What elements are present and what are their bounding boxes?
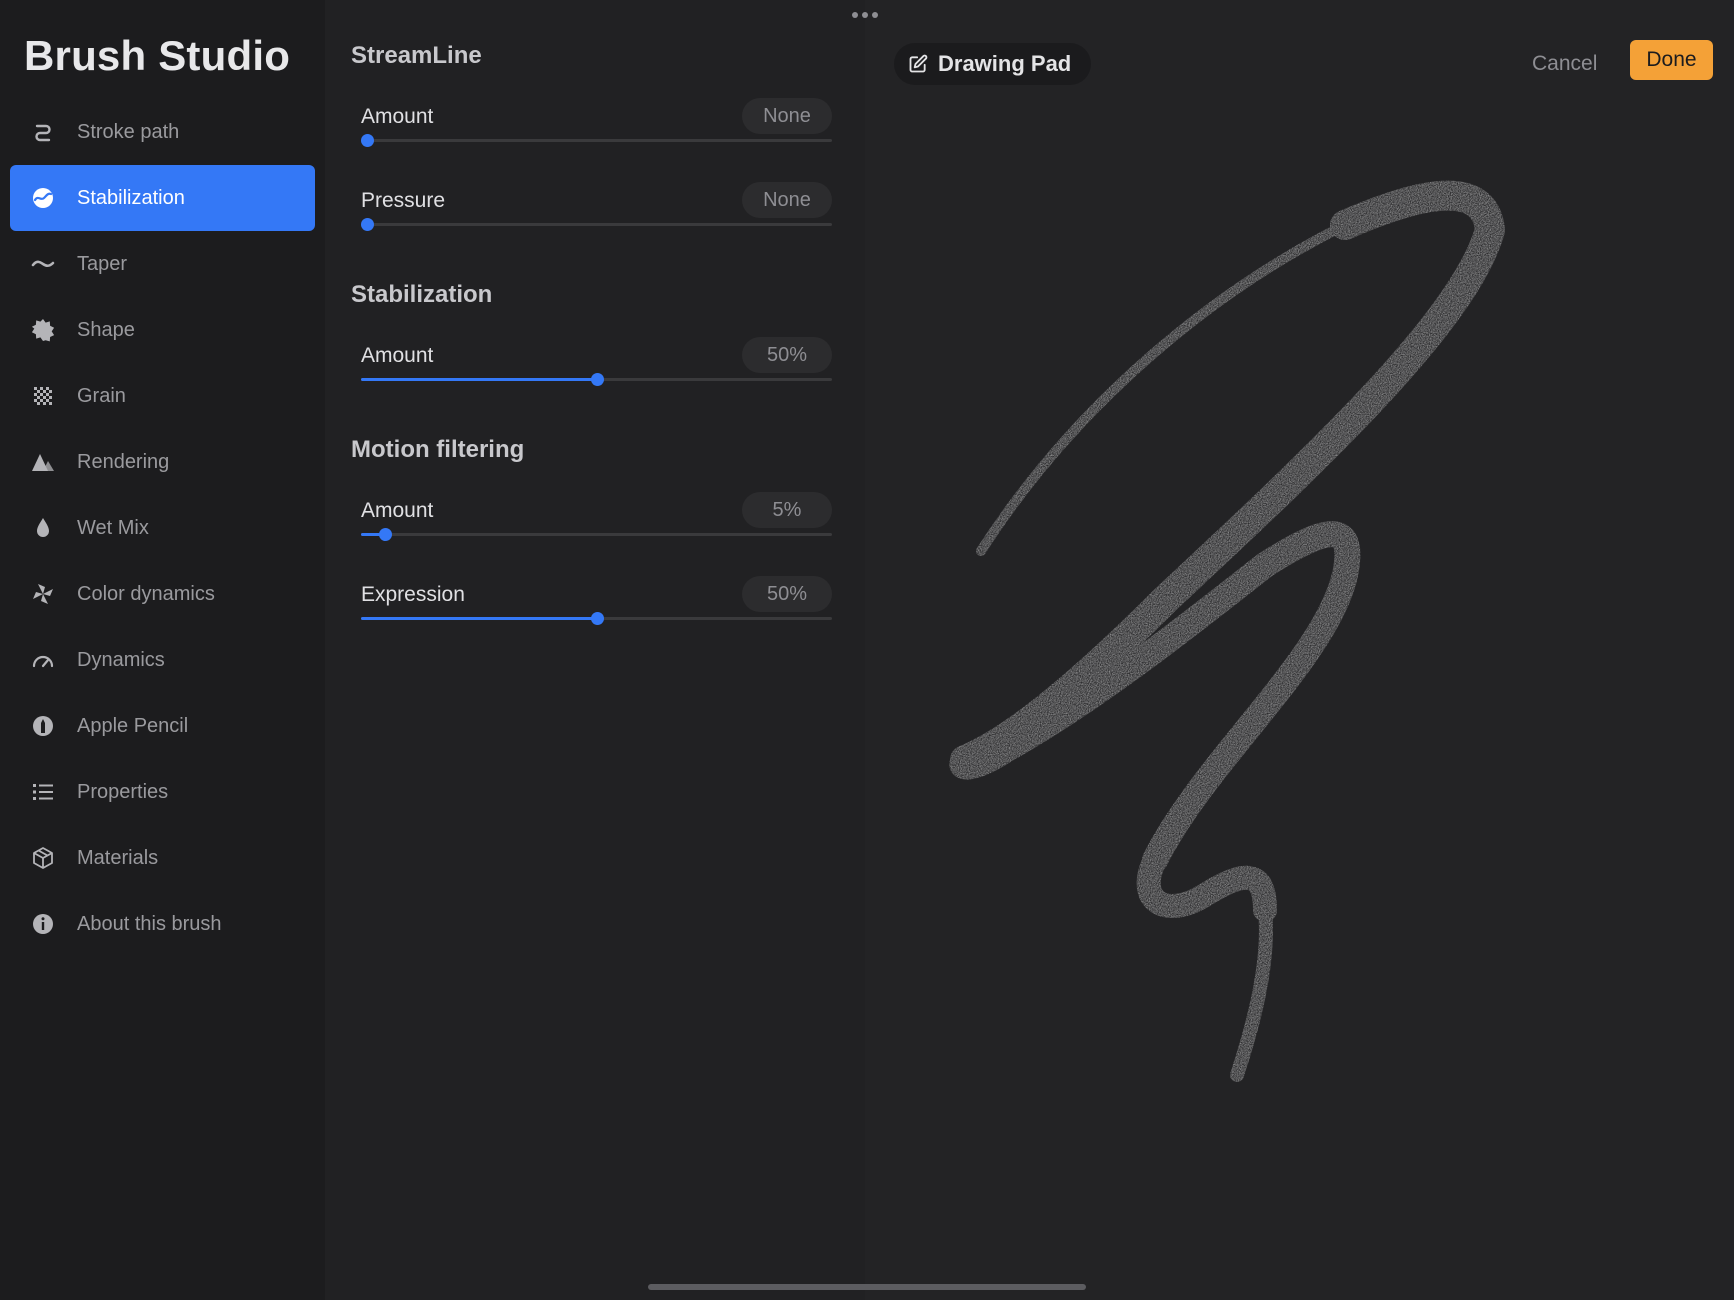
more-options-icon[interactable] (852, 12, 878, 18)
taper-icon (31, 252, 55, 276)
slider-thumb[interactable] (378, 528, 392, 541)
sidebar-item-grain[interactable]: Grain (10, 363, 315, 429)
stroke-path-icon (31, 120, 55, 144)
sidebar-item-wet-mix[interactable]: Wet Mix (10, 495, 315, 561)
rendering-icon (31, 450, 55, 474)
sidebar-item-about-this-brush[interactable]: About this brush (10, 891, 315, 957)
color-dynamics-icon (31, 582, 55, 606)
value-badge[interactable]: None (742, 98, 832, 134)
section-title-motion-filtering: Motion filtering (351, 436, 525, 463)
slider-thumb[interactable] (590, 373, 604, 386)
grain-icon (31, 384, 55, 408)
slider-fill (361, 617, 597, 620)
materials-icon (31, 846, 55, 870)
edit-icon (909, 54, 928, 73)
sidebar-item-label: Wet Mix (77, 516, 149, 539)
settings-panel: StreamLine Amount None Pressure None Sta… (325, 0, 865, 1300)
sidebar-item-label: Materials (77, 846, 159, 869)
streamline-amount-slider[interactable] (361, 134, 832, 147)
motion-filtering-amount-row: Amount 5% (361, 489, 832, 559)
slider-label: Expression (361, 583, 465, 606)
motion-filtering-amount-slider[interactable] (361, 528, 832, 541)
shape-icon (31, 318, 55, 342)
home-indicator (648, 1284, 1086, 1290)
sidebar-item-label: Properties (77, 780, 169, 803)
sidebar-item-taper[interactable]: Taper (10, 231, 315, 297)
streamline-pressure-row: Pressure None (361, 179, 832, 249)
stabilization-icon (31, 186, 55, 210)
sidebar-item-color-dynamics[interactable]: Color dynamics (10, 561, 315, 627)
slider-label: Pressure (361, 189, 446, 212)
sidebar-item-label: Grain (77, 384, 126, 407)
sidebar-item-rendering[interactable]: Rendering (10, 429, 315, 495)
sidebar-item-materials[interactable]: Materials (10, 825, 315, 891)
brush-stroke-preview (949, 180, 1505, 1082)
value-badge[interactable]: None (742, 182, 832, 218)
section-title-streamline: StreamLine (351, 42, 482, 69)
wet-mix-icon (31, 516, 55, 540)
section-title-stabilization: Stabilization (351, 281, 493, 308)
value-badge[interactable]: 50% (742, 337, 832, 373)
slider-fill (361, 378, 597, 381)
motion-filtering-expression-slider[interactable] (361, 612, 832, 625)
dynamics-icon (31, 648, 55, 672)
sidebar-item-label: Taper (77, 252, 128, 275)
sidebar-item-label: Color dynamics (77, 582, 215, 605)
motion-filtering-expression-row: Expression 50% (361, 573, 832, 643)
value-badge[interactable]: 50% (742, 576, 832, 612)
sidebar-item-label: Dynamics (77, 648, 165, 671)
slider-thumb[interactable] (590, 612, 604, 625)
slider-thumb[interactable] (361, 218, 374, 231)
sidebar-item-properties[interactable]: Properties (10, 759, 315, 825)
sidebar-item-apple-pencil[interactable]: Apple Pencil (10, 693, 315, 759)
sidebar-item-stroke-path[interactable]: Stroke path (10, 99, 315, 165)
sidebar-item-stabilization[interactable]: Stabilization (10, 165, 315, 231)
apple-pencil-icon (31, 714, 55, 738)
sidebar-item-label: About this brush (77, 912, 222, 935)
sidebar-nav: Stroke path Stabilization Taper Shape Gr… (10, 99, 315, 957)
sidebar-item-label: Stabilization (77, 186, 185, 209)
properties-icon (31, 780, 55, 804)
sidebar-item-shape[interactable]: Shape (10, 297, 315, 363)
info-icon (31, 912, 55, 936)
done-button[interactable]: Done (1630, 40, 1713, 80)
value-badge[interactable]: 5% (742, 492, 832, 528)
stabilization-amount-row: Amount 50% (361, 334, 832, 404)
sidebar-item-label: Shape (77, 318, 135, 341)
slider-label: Amount (361, 344, 434, 367)
drawing-pad-label: Drawing Pad (938, 51, 1072, 76)
stabilization-amount-slider[interactable] (361, 373, 832, 386)
sidebar: Brush Studio Stroke path Stabilization T… (0, 0, 325, 1300)
cancel-button[interactable]: Cancel (1532, 43, 1597, 85)
slider-label: Amount (361, 499, 434, 522)
sidebar-item-dynamics[interactable]: Dynamics (10, 627, 315, 693)
streamline-pressure-slider[interactable] (361, 218, 832, 231)
streamline-amount-row: Amount None (361, 95, 832, 165)
sidebar-item-label: Rendering (77, 450, 170, 473)
slider-label: Amount (361, 105, 434, 128)
drawing-pad-area[interactable]: Drawing Pad Cancel Done (865, 0, 1734, 1300)
drawing-pad-button[interactable]: Drawing Pad (894, 43, 1092, 85)
sidebar-item-label: Apple Pencil (77, 714, 189, 737)
sidebar-item-label: Stroke path (77, 120, 180, 143)
app-title: Brush Studio (24, 32, 291, 79)
slider-thumb[interactable] (361, 134, 374, 147)
